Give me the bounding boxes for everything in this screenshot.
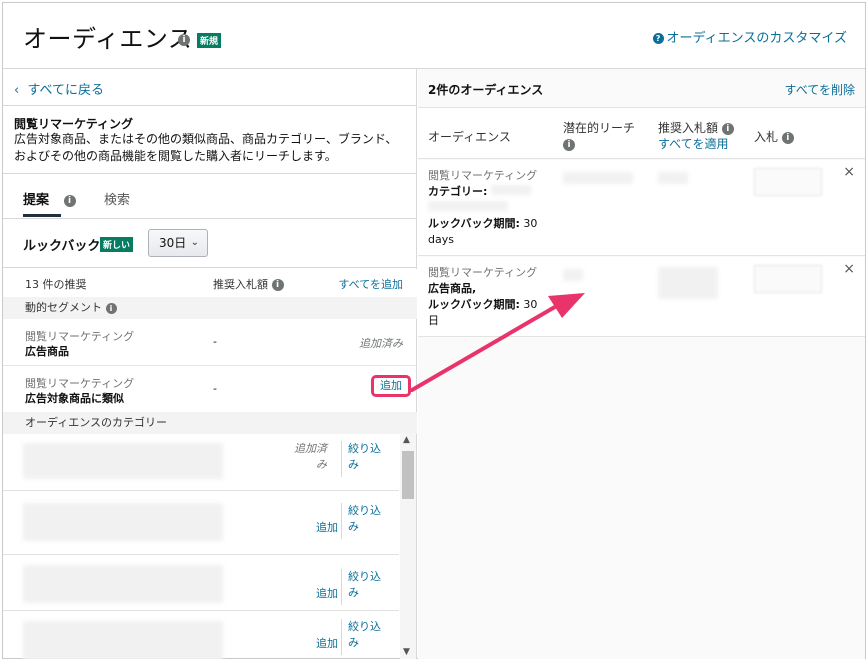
apply-all-link[interactable]: すべてを適用 [658, 137, 728, 151]
chevron-up-icon[interactable]: ▲ [403, 435, 410, 445]
info-icon[interactable]: i [271, 279, 284, 291]
lookback-label: ルックバック [23, 239, 101, 254]
chevron-left-icon: ‹ [14, 83, 20, 98]
tab-suggestions[interactable]: 提案 i [23, 189, 76, 208]
list-item: 追加済み 絞り込み [3, 433, 399, 491]
scrollbar[interactable]: ▲ ▼ [400, 433, 416, 659]
table-row: 閲覧リマーケティング 広告商品, ルックバック期間: 30 日 × [418, 257, 865, 337]
refine-link[interactable]: 絞り込み [348, 619, 382, 651]
info-icon[interactable]: i [781, 131, 794, 144]
add-link[interactable]: 追加 [316, 585, 338, 601]
divider [3, 173, 417, 174]
info-icon[interactable]: i [178, 34, 190, 46]
blurred-content [23, 565, 223, 603]
added-status: 追加済み [294, 442, 327, 471]
divider [3, 218, 417, 219]
info-icon[interactable]: i [563, 138, 575, 151]
chevron-down-icon[interactable]: ▼ [403, 647, 410, 657]
category-list: 追加済み 絞り込み 追加 絞り込み 追加 絞り込み 追加 絞り込み ▲ ▼ [3, 433, 417, 659]
blurred-reach [563, 172, 633, 184]
suggestions-table-header: 13 件の推奨 推奨入札額 i すべてを追加 [3, 269, 417, 297]
divider [3, 105, 417, 106]
left-panel: ‹ すべてに戻る 閲覧リマーケティング 広告対象商品、またはその他の類似商品、商… [3, 69, 417, 659]
bid-input[interactable] [754, 168, 822, 196]
add-link[interactable]: 追加 [316, 519, 338, 535]
page-header: オーディエンス i 新規 ? オーディエンスのカスタマイズ [3, 3, 865, 69]
bid-input[interactable] [754, 265, 822, 293]
close-icon[interactable]: × [843, 261, 855, 277]
list-item: 追加 絞り込み [3, 491, 399, 555]
added-status: 追加済み [359, 337, 403, 350]
list-item: 閲覧リマーケティング 広告対象商品に類似 - 追加 [3, 367, 417, 413]
suggested-bid-column-header: 推奨入札額 i すべてを適用 [658, 120, 734, 152]
delete-all-link[interactable]: すべてを削除 [785, 81, 855, 98]
reach-column-header: 潜在的リーチ i [563, 121, 636, 151]
back-to-all-link[interactable]: ‹ すべてに戻る [14, 79, 104, 98]
table-row: 閲覧リマーケティング カテゴリー: ルックバック期間: 30 days × [418, 160, 865, 256]
tab-search[interactable]: 検索 [104, 189, 130, 208]
add-all-link[interactable]: すべてを追加 [338, 276, 403, 292]
add-link[interactable]: 追加 [316, 635, 338, 651]
new-badge: 新規 [197, 33, 222, 48]
close-icon[interactable]: × [843, 164, 855, 180]
scroll-thumb[interactable] [402, 451, 414, 499]
list-item: 閲覧リマーケティング 広告商品 - 追加済み [3, 320, 417, 366]
blurred-content [23, 621, 223, 659]
info-icon[interactable]: i [721, 122, 734, 135]
divider [3, 267, 417, 268]
chevron-down-icon: ⌄ [190, 237, 199, 248]
list-item: 追加 絞り込み [3, 555, 399, 611]
blurred-content [23, 503, 223, 541]
selected-audience-title: 2件のオーディエンス [428, 83, 544, 97]
bid-column-header: 入札 i [754, 128, 794, 145]
audience-panel: オーディエンス i 新規 ? オーディエンスのカスタマイズ ‹ すべてに戻る 閲覧… [2, 2, 866, 659]
blurred-reach [563, 269, 583, 281]
audience-column-header: オーディエンス [428, 130, 511, 144]
audience-cell: 閲覧リマーケティング カテゴリー: ルックバック期間: 30 days [428, 169, 538, 246]
right-panel: 2件のオーディエンス すべてを削除 オーディエンス 潜在的リーチ i 推奨入札額… [418, 69, 865, 659]
list-item: 追加 絞り込み [3, 611, 399, 659]
audience-cell: 閲覧リマーケティング 広告商品, ルックバック期間: 30 日 [428, 266, 538, 327]
description-text: 広告対象商品、またはその他の類似商品、商品カテゴリー、ブランド、およびその他の商… [14, 132, 398, 163]
new-badge: 新しい [100, 237, 134, 252]
refine-link[interactable]: 絞り込み [348, 503, 382, 535]
page-title: オーディエンス [23, 25, 193, 53]
blurred-bid [658, 172, 688, 184]
blurred-bid [658, 267, 718, 299]
refine-link[interactable]: 絞り込み [348, 569, 382, 601]
add-button[interactable]: 追加 [371, 375, 411, 397]
dynamic-segment-header: 動的セグメント i [3, 297, 417, 319]
lookback-select[interactable]: 30日 ⌄ [148, 229, 208, 257]
suggestion-count: 13 件の推奨 [25, 278, 87, 291]
active-tab-indicator [23, 214, 61, 217]
help-icon: ? [652, 33, 664, 44]
customize-audience-link[interactable]: ? オーディエンスのカスタマイズ [652, 27, 847, 46]
suggested-bid-header: 推奨入札額 i [213, 276, 284, 292]
info-icon[interactable]: i [105, 302, 117, 314]
description-title: 閲覧リマーケティング [14, 117, 134, 131]
blurred-content [23, 443, 223, 479]
selected-table-header: オーディエンス 潜在的リーチ i 推奨入札額 i すべてを適用 入札 i [418, 107, 865, 159]
audience-category-header: オーディエンスのカテゴリー [3, 412, 417, 434]
info-icon[interactable]: i [63, 194, 76, 207]
refine-link[interactable]: 絞り込み [348, 441, 382, 473]
